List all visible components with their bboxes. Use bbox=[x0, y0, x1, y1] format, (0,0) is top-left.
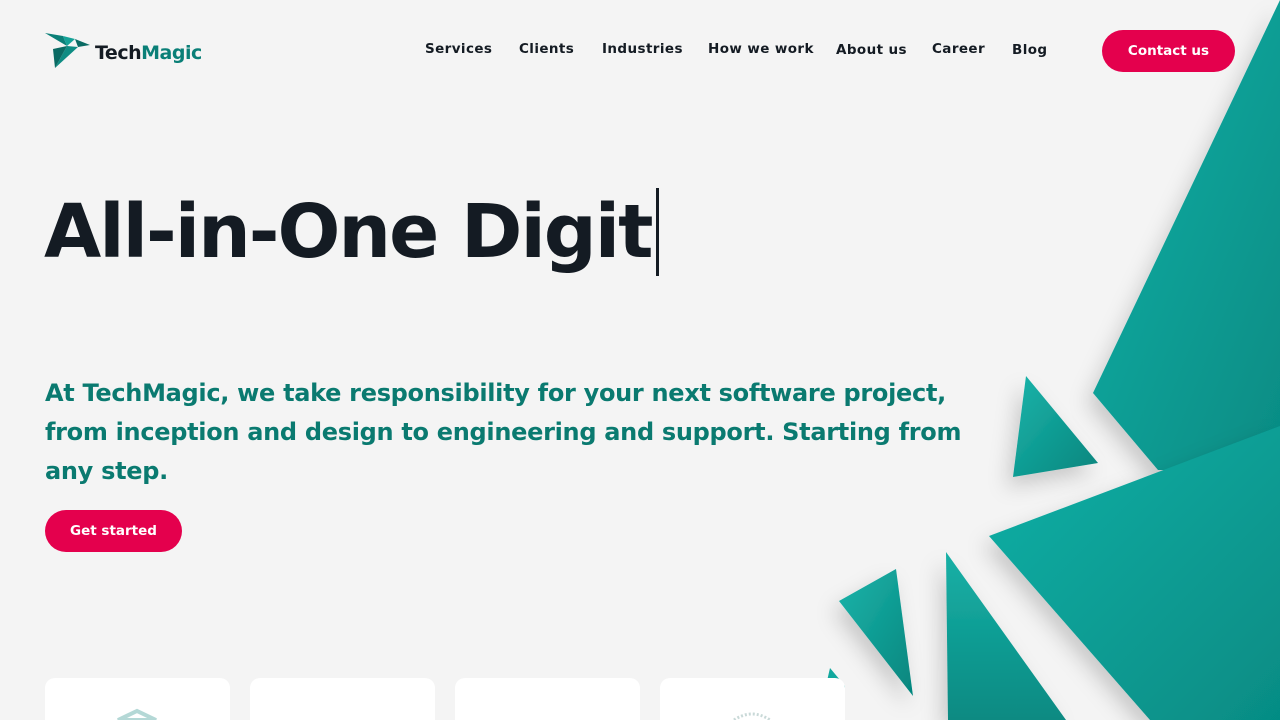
nav-item-how-we-work[interactable]: How we work bbox=[708, 41, 814, 57]
contact-us-button[interactable]: Contact us bbox=[1102, 30, 1235, 72]
nav-item-blog[interactable]: Blog bbox=[1012, 42, 1047, 58]
get-started-button[interactable]: Get started bbox=[45, 510, 182, 552]
nav-item-services[interactable]: Services bbox=[425, 41, 492, 57]
hero-title-text: All-in-One Digit bbox=[44, 189, 654, 275]
nav-item-clients[interactable]: Clients bbox=[519, 41, 574, 57]
hero-decoration bbox=[818, 0, 1280, 720]
techmagic-logo[interactable]: TechMagic bbox=[45, 32, 202, 70]
page: TechMagic Services Clients Industries Ho… bbox=[0, 0, 1280, 720]
deco-shape-bottom bbox=[946, 552, 1066, 720]
logo-text-magic: Magic bbox=[141, 42, 202, 64]
badge-card[interactable] bbox=[250, 678, 435, 720]
nav-item-about-us[interactable]: About us bbox=[836, 42, 907, 58]
shield-badge-icon bbox=[117, 708, 157, 720]
badge-card[interactable] bbox=[45, 678, 230, 720]
deco-shape-right bbox=[989, 426, 1280, 720]
logo-wordmark: TechMagic bbox=[95, 42, 202, 64]
typing-caret bbox=[655, 188, 659, 276]
badge-card[interactable] bbox=[660, 678, 845, 720]
seal-badge-icon bbox=[733, 712, 771, 720]
nav-item-industries[interactable]: Industries bbox=[602, 41, 683, 57]
deco-shape-left bbox=[839, 569, 913, 696]
hero-subtitle: At TechMagic, we take responsibility for… bbox=[45, 379, 962, 485]
hummingbird-logo-icon bbox=[45, 33, 90, 68]
hero-title: All-in-One Digit bbox=[44, 188, 659, 276]
badge-card[interactable] bbox=[455, 678, 640, 720]
nav-item-career[interactable]: Career bbox=[932, 41, 985, 57]
logo-text-tech: Tech bbox=[95, 42, 142, 64]
deco-shape-small bbox=[1013, 376, 1098, 477]
